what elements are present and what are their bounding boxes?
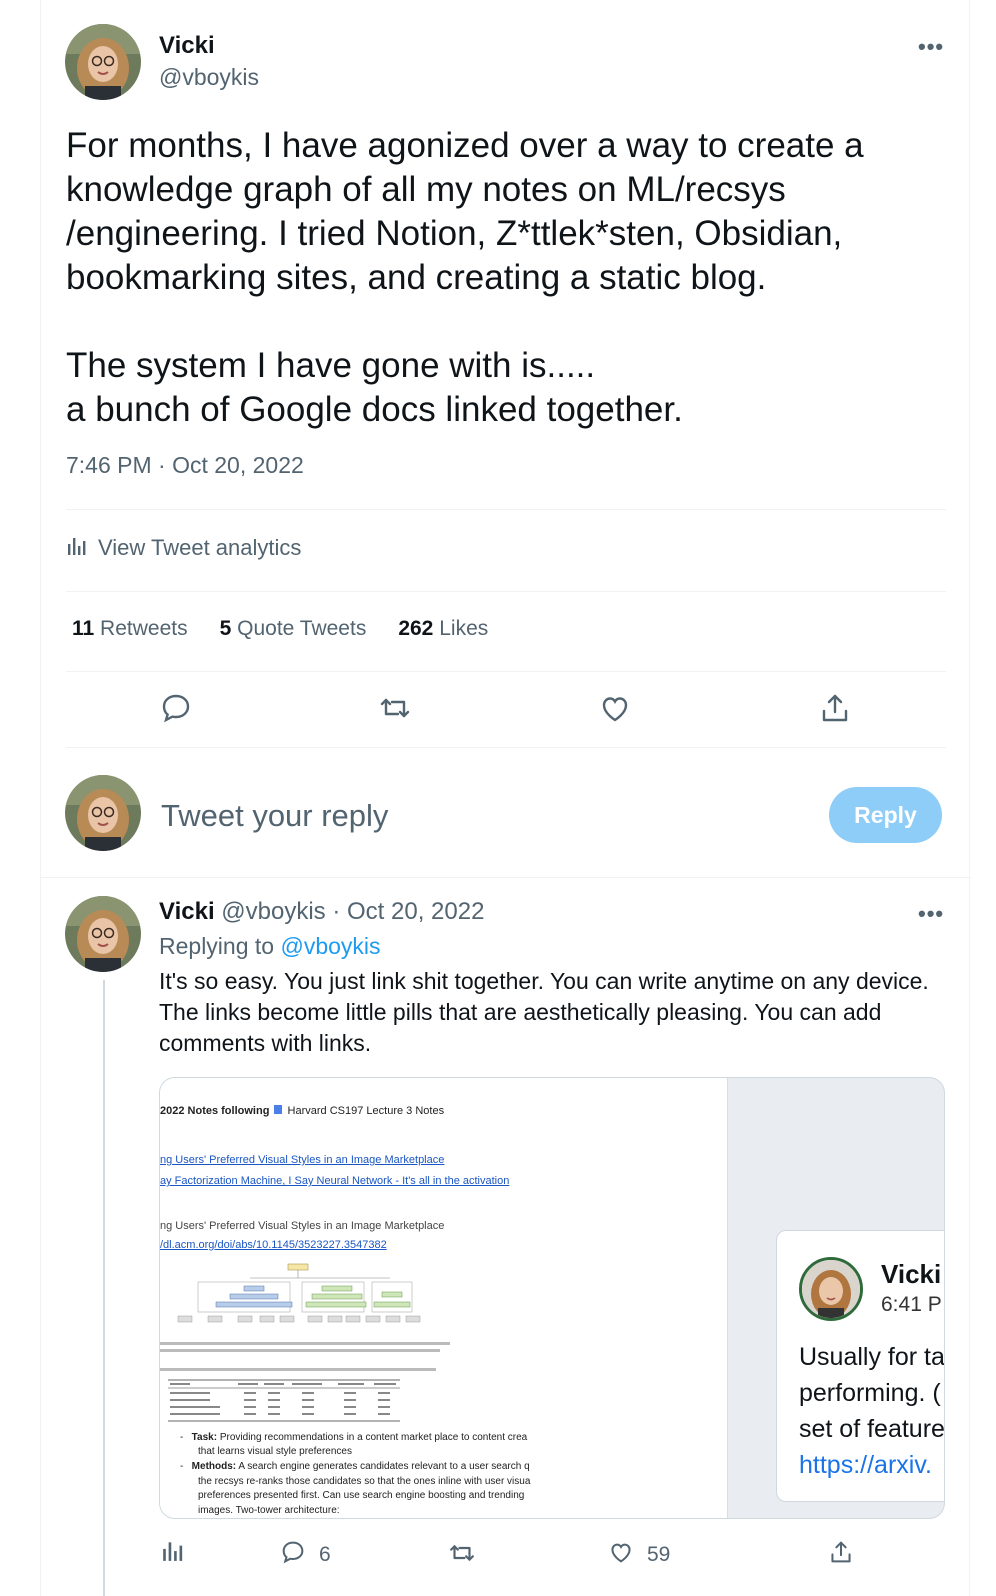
google-doc-preview: 2022 Notes following Harvard CS197 Lectu…: [160, 1078, 728, 1518]
author-name[interactable]: Vicki: [159, 32, 215, 60]
doc-comment-card: Vicki 6:41 P Usually for ta performing. …: [776, 1230, 945, 1502]
retweets-stat[interactable]: 11 Retweets: [72, 617, 188, 641]
tweet-text: For months, I have agonized over a way t…: [66, 126, 864, 429]
reply-author-handle[interactable]: @vboykis: [221, 898, 325, 925]
doc-chip: Harvard CS197 Lecture 3 Notes: [287, 1105, 445, 1117]
divider: [41, 877, 971, 878]
reply-count: 6: [319, 1543, 331, 1566]
architecture-diagram: [177, 1263, 421, 1323]
doc-link-2: ay Factorization Machine, I Say Neural N…: [160, 1175, 510, 1187]
quote-tweets-stat[interactable]: 5 Quote Tweets: [220, 617, 367, 641]
divider: [66, 671, 946, 672]
likes-stat[interactable]: 262 Likes: [398, 617, 488, 641]
comment-icon: [279, 1538, 307, 1572]
doc-caption-line: [160, 1349, 440, 1352]
reply-author-name[interactable]: Vicki: [159, 898, 215, 925]
more-options-icon[interactable]: •••: [918, 34, 944, 60]
replying-to: Replying to @vboykis: [159, 933, 381, 959]
divider: [66, 509, 946, 510]
doc-bullet-methods: - Methods: A search engine generates can…: [180, 1461, 531, 1516]
reply-like-button[interactable]: 59: [607, 1538, 670, 1572]
tweet-actions: [66, 690, 946, 730]
tweet-column: Vicki @vboykis ••• For months, I have ag…: [40, 0, 971, 1596]
reply-header: Vicki @vboykis · Oct 20, 2022: [159, 898, 484, 926]
comment-avatar: [799, 1257, 863, 1321]
share-icon[interactable]: [817, 690, 853, 726]
reply-icon[interactable]: [158, 690, 194, 726]
reply-input[interactable]: Tweet your reply: [161, 798, 388, 834]
comment-author-name: Vicki: [881, 1259, 942, 1289]
comment-text: Usually for ta performing. ( set of feat…: [799, 1343, 945, 1479]
tweet-stats: 11 Retweets 5 Quote Tweets 262 Likes: [72, 617, 488, 641]
author-handle[interactable]: @vboykis: [159, 64, 259, 91]
view-analytics-link[interactable]: View Tweet analytics: [66, 534, 301, 562]
like-count: 59: [647, 1543, 671, 1566]
retweet-icon[interactable]: [377, 690, 413, 726]
doc-chip-icon: [274, 1105, 283, 1114]
replying-to-handle-link[interactable]: @vboykis: [280, 933, 380, 959]
doc-heading: ng Users' Preferred Visual Styles in an …: [160, 1220, 445, 1232]
reply-author-avatar[interactable]: [65, 896, 141, 972]
reply-actions: 6 59: [159, 1538, 939, 1574]
comment-time: 6:41 P: [881, 1293, 942, 1316]
reply-share-icon[interactable]: [827, 1538, 855, 1566]
reply-more-options-icon[interactable]: •••: [918, 901, 944, 927]
analytics-icon: [66, 534, 88, 562]
user-avatar: [65, 775, 141, 851]
like-icon[interactable]: [597, 690, 633, 726]
reply-retweet-icon[interactable]: [447, 1538, 477, 1568]
divider: [66, 591, 946, 592]
doc-title: 2022 Notes following: [160, 1105, 270, 1117]
reply-analytics-icon[interactable]: [161, 1538, 185, 1562]
doc-caption-line: [160, 1368, 436, 1371]
doc-url: /dl.acm.org/doi/abs/10.1145/3523227.3547…: [160, 1239, 387, 1251]
analytics-label: View Tweet analytics: [98, 535, 302, 560]
author-avatar[interactable]: [65, 24, 141, 100]
reply-text: It's so easy. You just link shit togethe…: [159, 968, 929, 1056]
comment-link: https://arxiv.: [799, 1451, 932, 1479]
divider: [66, 747, 946, 748]
tweet-timestamp[interactable]: 7:46 PM · Oct 20, 2022: [66, 452, 304, 479]
reply-media-image[interactable]: 2022 Notes following Harvard CS197 Lectu…: [159, 1077, 945, 1519]
results-table: [168, 1379, 400, 1422]
reply-date[interactable]: · Oct 20, 2022: [332, 898, 484, 925]
doc-bullet-task: - Task: Providing recommendations in a c…: [180, 1432, 528, 1457]
heart-icon: [607, 1538, 635, 1572]
reply-button[interactable]: Reply: [829, 787, 942, 843]
reply-reply-button[interactable]: 6: [279, 1538, 331, 1572]
doc-link-1: ng Users' Preferred Visual Styles in an …: [160, 1154, 445, 1166]
doc-caption-line: [160, 1342, 450, 1345]
thread-line: [103, 980, 105, 1596]
